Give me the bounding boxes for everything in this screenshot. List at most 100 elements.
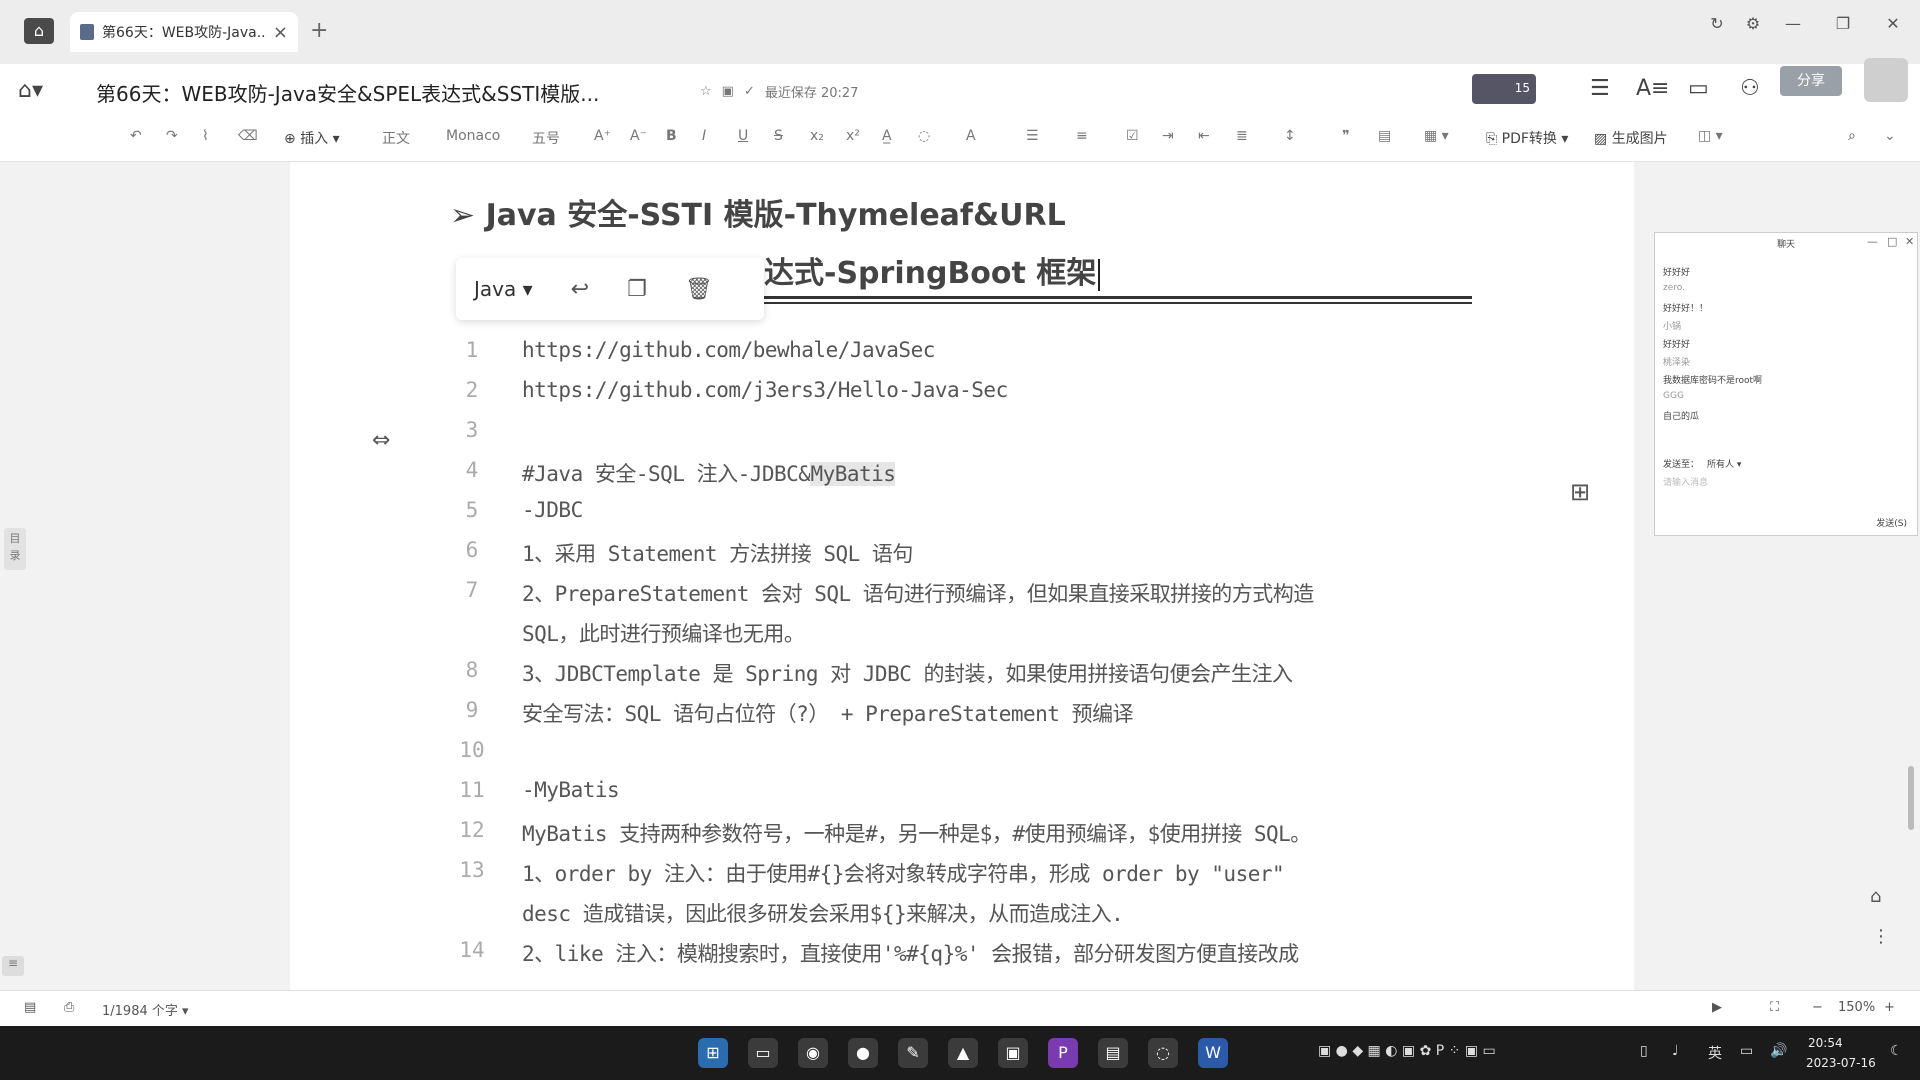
file-explorer-icon[interactable]: ▭ [748, 1038, 778, 1068]
zoom-level[interactable]: 150% [1838, 1000, 1875, 1015]
checklist-icon[interactable]: ☑ [1126, 128, 1139, 144]
document-title[interactable]: 第66天：WEB攻防-Java安全&SPEL表达式&SSTI模版... [96, 78, 599, 107]
align-icon[interactable]: ≣ [1236, 128, 1248, 144]
word-icon[interactable]: W [1198, 1038, 1228, 1068]
tab-close-button[interactable]: × [273, 22, 288, 43]
collapse-toolbar-icon[interactable]: ⌄ [1884, 128, 1896, 144]
font-color-icon[interactable]: A [966, 128, 976, 144]
highlight-icon[interactable]: ◌ [918, 128, 930, 144]
more-icon[interactable]: ⋮ [1872, 926, 1890, 947]
clock-time[interactable]: 20:54 [1808, 1036, 1843, 1050]
redo-icon[interactable]: ↷ [166, 128, 178, 144]
style-select[interactable]: 正文 [382, 128, 410, 148]
photos-icon[interactable]: ▲ [948, 1038, 978, 1068]
undo-icon[interactable]: ↶ [130, 128, 142, 144]
chat-minimize-button[interactable]: — [1867, 235, 1878, 248]
tray-icons[interactable]: ▣ ● ◆ ▦ ◐ ▣ ✿ P ⁘ ▣ ▭ [1318, 1043, 1496, 1059]
section-heading-spel[interactable]: 达式-SpringBoot 框架 [764, 248, 1101, 292]
section-heading-ssti[interactable]: ➢ Java 安全-SSTI 模版-Thymeleaf&URL [450, 190, 1066, 234]
numbered-list-icon[interactable]: ≡ [1076, 128, 1088, 144]
code-language-select[interactable]: Java ▾ [474, 277, 533, 301]
shirt-icon[interactable]: ⌂ [1870, 886, 1881, 907]
delete-icon[interactable]: 🗑 [685, 277, 713, 302]
play-icon[interactable]: ▶ [1712, 1000, 1722, 1015]
indent-icon[interactable]: ⇥ [1162, 128, 1174, 144]
collaborate-icon[interactable]: ⚇ [1740, 76, 1760, 101]
quote-icon[interactable]: ❞ [1342, 128, 1350, 144]
new-tab-button[interactable]: + [310, 18, 328, 43]
terminal-icon[interactable]: ▣ [998, 1038, 1028, 1068]
close-window-button[interactable]: ✕ [1878, 14, 1908, 33]
insert-menu[interactable]: ⊕ 插入 ▾ [284, 128, 340, 148]
edge-browser-icon[interactable]: ◉ [798, 1038, 828, 1068]
font-shrink-icon[interactable]: A⁻ [630, 128, 647, 144]
chat-maximize-button[interactable]: □ [1887, 235, 1897, 248]
fullscreen-icon[interactable]: ⛶ [1770, 1000, 1779, 1015]
start-icon[interactable]: ⊞ [698, 1038, 728, 1068]
font-size-select[interactable]: 五号 [532, 128, 560, 148]
copy-icon[interactable]: ❐ [627, 277, 647, 302]
code-block-icon[interactable]: ▤ [1378, 128, 1391, 144]
superscript-icon[interactable]: x² [846, 128, 860, 144]
document-tab[interactable]: 第66天：WEB攻防-Java... × [70, 12, 298, 52]
clock-date[interactable]: 2023-07-16 [1806, 1056, 1876, 1070]
add-comment-icon[interactable]: ⊞ [1570, 478, 1590, 506]
text-format-icon[interactable]: A≡ [1636, 76, 1669, 101]
refresh-icon[interactable]: ↻ [1702, 14, 1732, 33]
docs-app-icon[interactable]: ✎ [898, 1038, 928, 1068]
more-tools-icon[interactable]: ◫ ▾ [1698, 128, 1723, 144]
folder-icon[interactable]: ▣ [722, 84, 734, 99]
maximize-button[interactable]: ❐ [1828, 14, 1858, 33]
chrome-icon[interactable]: ● [848, 1038, 878, 1068]
generate-image-button[interactable]: ▨ 生成图片 [1594, 128, 1668, 148]
italic-icon[interactable]: I [702, 128, 706, 144]
user-avatar[interactable] [1864, 58, 1908, 102]
pdf-convert-button[interactable]: ⎘ PDF转换 ▾ [1486, 128, 1568, 148]
chat-app-icon[interactable]: ◌ [1148, 1038, 1178, 1068]
p-app-icon[interactable]: P [1048, 1038, 1078, 1068]
battery-icon[interactable]: ▯ [1640, 1043, 1648, 1059]
outdent-icon[interactable]: ⇤ [1198, 128, 1210, 144]
scrollbar-thumb[interactable] [1908, 766, 1914, 830]
wrap-lines-icon[interactable]: ↩ [571, 277, 589, 302]
table-icon[interactable]: ▦ ▾ [1424, 128, 1449, 144]
outline-icon[interactable]: ≡ [2, 956, 24, 976]
share-button[interactable]: 分享 [1780, 66, 1842, 96]
volume-icon[interactable]: 🔊 [1770, 1043, 1787, 1059]
page-view-icon[interactable]: ▤ [24, 1000, 36, 1015]
chat-recipient-select[interactable]: 所有人 ▾ [1707, 457, 1741, 470]
collaborator-avatars[interactable]: 15 [1472, 74, 1536, 104]
font-select[interactable]: Monaco [446, 128, 500, 144]
chat-close-button[interactable]: ✕ [1905, 235, 1914, 248]
chat-send-button[interactable]: 发送(S) [1876, 516, 1907, 529]
moon-icon[interactable]: ☾ [1890, 1043, 1903, 1059]
home-icon[interactable]: ⌂▾ [18, 78, 43, 103]
star-icon[interactable]: ☆ [700, 84, 712, 99]
chat-input[interactable]: 请输入消息 [1663, 475, 1708, 488]
bullet-list-icon[interactable]: ☰ [1026, 128, 1039, 144]
zoom-in-button[interactable]: + [1884, 1000, 1895, 1015]
subscript-icon[interactable]: x₂ [810, 128, 824, 144]
microphone-icon[interactable]: ♩ [1672, 1043, 1679, 1059]
word-count[interactable]: 1/1984 个字 ▾ [102, 1000, 189, 1019]
input-language[interactable]: 英 [1708, 1043, 1722, 1063]
zoom-out-button[interactable]: − [1812, 1000, 1823, 1015]
settings-gear-icon[interactable]: ⚙ [1738, 14, 1768, 33]
eraser-icon[interactable]: ⌫ [238, 128, 258, 144]
app-logo-icon[interactable]: ⌂ [24, 18, 54, 44]
minimize-button[interactable]: — [1778, 14, 1808, 33]
network-icon[interactable]: ▭ [1740, 1043, 1753, 1059]
strikethrough-icon[interactable]: S [774, 128, 783, 144]
menu-icon[interactable]: ☰ [1590, 76, 1610, 101]
line-spacing-icon[interactable]: ↕ [1284, 128, 1296, 144]
underline-icon[interactable]: U [738, 128, 748, 144]
notes-icon[interactable]: ▤ [1098, 1038, 1128, 1068]
text-effect-icon[interactable]: A̲ [882, 128, 892, 144]
present-icon[interactable]: ▭ [1688, 76, 1709, 101]
search-icon[interactable]: ⌕ [1848, 128, 1856, 144]
toc-toggle[interactable]: 目录 [4, 528, 26, 570]
format-painter-icon[interactable]: ⌇ [202, 128, 209, 144]
font-grow-icon[interactable]: A⁺ [594, 128, 611, 144]
bold-icon[interactable]: B [666, 128, 677, 144]
print-layout-icon[interactable]: ⎙ [64, 1000, 74, 1015]
